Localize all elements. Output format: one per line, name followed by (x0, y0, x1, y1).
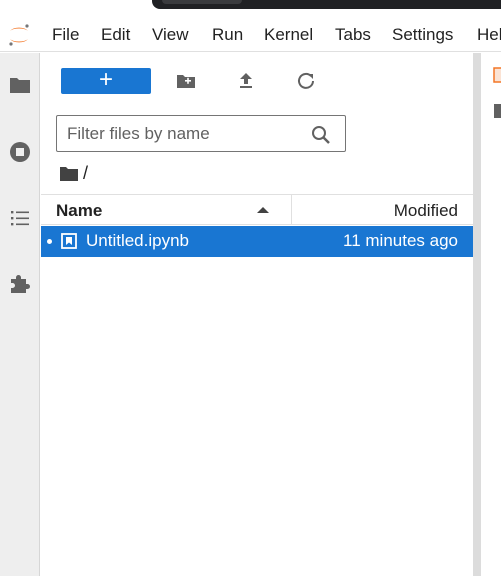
refresh-icon[interactable] (295, 70, 317, 92)
jupyter-logo-icon[interactable] (6, 22, 32, 48)
running-indicator (47, 239, 52, 244)
extension-puzzle-icon[interactable] (7, 271, 33, 297)
menu-kernel[interactable]: Kernel (264, 25, 313, 45)
file-list-header: Name Modified (41, 194, 473, 225)
file-modified: 11 minutes ago (343, 231, 458, 250)
folder-icon[interactable] (7, 72, 33, 98)
menu-settings[interactable]: Settings (392, 25, 453, 45)
main-area-edge (481, 53, 501, 576)
menu-tabs[interactable]: Tabs (335, 25, 371, 45)
notebook-tab-icon[interactable] (493, 67, 501, 83)
left-sidebar (0, 53, 40, 576)
home-folder-icon[interactable] (59, 165, 79, 183)
panel-splitter[interactable] (473, 53, 481, 576)
menu-bar: File Edit View Run Kernel Tabs Settings … (0, 18, 501, 52)
browser-chrome-fragment (152, 0, 501, 9)
new-launcher-button[interactable]: + (61, 68, 151, 94)
column-separator[interactable] (291, 195, 292, 224)
search-icon[interactable] (310, 124, 332, 146)
save-icon[interactable] (493, 103, 501, 119)
running-stop-icon[interactable] (7, 139, 33, 165)
filter-input[interactable] (57, 116, 307, 151)
file-browser-panel: + / Name Modified (41, 53, 473, 576)
name-column-header[interactable]: Name (56, 201, 102, 221)
browser-top-strip (0, 0, 501, 18)
menu-view[interactable]: View (152, 25, 189, 45)
notebook-icon (61, 233, 77, 249)
file-name: Untitled.ipynb (86, 231, 190, 250)
breadcrumb-root[interactable]: / (83, 163, 88, 184)
sort-ascending-icon[interactable] (256, 206, 270, 214)
menu-file[interactable]: File (52, 25, 79, 45)
table-of-contents-icon[interactable] (7, 205, 33, 231)
new-folder-icon[interactable] (175, 70, 197, 92)
menu-run[interactable]: Run (212, 25, 243, 45)
modified-column-header[interactable]: Modified (394, 201, 458, 221)
filter-files-field (56, 115, 346, 152)
menu-edit[interactable]: Edit (101, 25, 130, 45)
menu-help[interactable]: Hel (477, 25, 501, 45)
upload-icon[interactable] (235, 70, 257, 92)
file-list-item[interactable]: Untitled.ipynb 11 minutes ago (41, 226, 473, 257)
